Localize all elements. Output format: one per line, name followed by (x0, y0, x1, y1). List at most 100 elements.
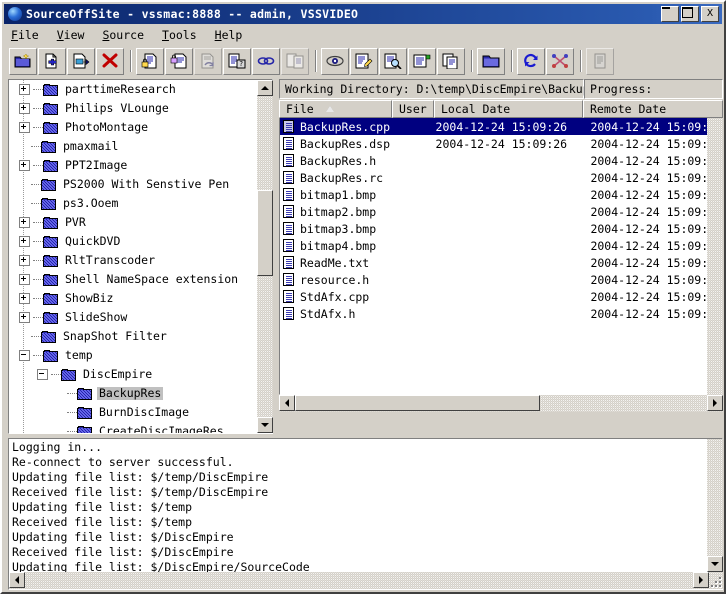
log-scroll-left-button[interactable] (9, 572, 25, 588)
tree-item[interactable]: parttimeResearch (9, 80, 257, 99)
tree-item[interactable]: Shell NameSpace extension (9, 270, 257, 289)
table-row[interactable]: bitmap3.bmp 2004-12-24 15:09:00 (280, 220, 722, 237)
tree-item[interactable]: CreateDiscImageRes (9, 422, 257, 433)
tree-item[interactable]: ps3.Ooem (9, 194, 257, 213)
expand-icon[interactable] (19, 293, 30, 304)
expand-icon[interactable] (19, 312, 30, 323)
column-header-file[interactable]: File (279, 100, 392, 118)
file-list-scroll-left-button[interactable] (279, 395, 295, 411)
file-name-cell: bitmap3.bmp (300, 221, 377, 236)
column-header-local-date[interactable]: Local Date (434, 100, 583, 118)
log-scroll-down-button[interactable] (707, 556, 723, 572)
menu-item-help[interactable]: Help (215, 28, 243, 42)
tree-item[interactable]: SnapShot Filter (9, 327, 257, 346)
tree-item[interactable]: PS2000 With Senstive Pen (9, 175, 257, 194)
expand-icon[interactable] (19, 122, 30, 133)
tree-item[interactable]: BurnDiscImage (9, 403, 257, 422)
copy-icon[interactable] (437, 47, 465, 75)
file-list-body[interactable]: BackupRes.cpp 2004-12-24 15:09:26 2004-12-… (279, 118, 723, 395)
table-row[interactable]: bitmap2.bmp 2004-12-24 15:09:00 (280, 203, 722, 220)
merge-icon[interactable] (546, 47, 574, 75)
add-file-icon[interactable] (38, 47, 66, 75)
close-button[interactable]: X (701, 6, 719, 22)
tree-item[interactable]: ShowBiz (9, 289, 257, 308)
tree-scroll-down-button[interactable] (257, 417, 273, 433)
show-differences-icon[interactable]: ? (223, 47, 251, 75)
refresh-icon[interactable] (517, 47, 545, 75)
file-name-cell: BackupRes.rc (300, 170, 384, 185)
column-header-user[interactable]: User (392, 100, 434, 118)
tree-scroll-up-button[interactable] (257, 80, 273, 96)
tree-item[interactable]: BackupRes (9, 384, 257, 403)
search-file-icon[interactable] (379, 47, 407, 75)
collapse-icon[interactable] (37, 369, 48, 380)
table-row[interactable]: BackupRes.dsp 2004-12-24 15:09:26 2004-12-… (280, 135, 722, 152)
menu-item-tools[interactable]: Tools (162, 28, 197, 42)
table-row[interactable]: StdAfx.cpp 2004-12-24 15:09:00 (280, 288, 722, 305)
properties-icon[interactable] (408, 47, 436, 75)
view-file-icon[interactable] (321, 47, 349, 75)
maximize-button[interactable] (681, 6, 699, 22)
undo-check-out-icon[interactable] (194, 47, 222, 75)
get-latest-version-icon[interactable] (67, 47, 95, 75)
table-row[interactable]: BackupRes.rc 2004-12-24 15:09:00 (280, 169, 722, 186)
minimize-button[interactable] (661, 6, 679, 22)
tree-item[interactable]: temp (9, 346, 257, 365)
collapse-icon[interactable] (19, 350, 30, 361)
tree-item[interactable]: Philips VLounge (9, 99, 257, 118)
log-horizontal-scrollbar[interactable] (9, 572, 723, 589)
edit-file-icon[interactable] (350, 47, 378, 75)
tree-connector (33, 127, 43, 128)
expand-icon[interactable] (19, 236, 30, 247)
menu-item-file[interactable]: FFileile (11, 28, 39, 42)
tree-scrollbar-thumb[interactable] (257, 190, 273, 276)
title-bar: SourceOffSite - vssmac:8888 -- admin, VS… (4, 4, 722, 24)
table-row[interactable]: bitmap4.bmp 2004-12-24 15:09:00 (280, 237, 722, 254)
expand-icon[interactable] (19, 160, 30, 171)
file-list-horizontal-scrollbar[interactable] (279, 395, 723, 412)
check-out-icon[interactable] (136, 47, 164, 75)
table-row[interactable]: BackupRes.h 2004-12-24 15:09:00 (280, 152, 722, 169)
log-scroll-right-button[interactable] (693, 572, 709, 588)
folder-icon (43, 235, 59, 248)
tree-item[interactable]: PVR (9, 213, 257, 232)
folder-tree-panel[interactable]: parttimeResearch Philips VLounge PhotoMont… (8, 79, 273, 434)
expand-icon[interactable] (19, 255, 30, 266)
table-row[interactable]: bitmap1.bmp 2004-12-24 15:09:00 (280, 186, 722, 203)
table-row[interactable]: resource.h 2004-12-24 15:09:00 (280, 271, 722, 288)
file-list-scroll-right-button[interactable] (707, 395, 723, 411)
log-panel[interactable]: Logging in... Re-connect to server succes… (8, 438, 723, 590)
log-vertical-scrollbar[interactable] (707, 439, 723, 572)
expand-icon[interactable] (19, 103, 30, 114)
file-list-hscrollbar-thumb[interactable] (295, 395, 540, 411)
resize-grip[interactable] (709, 575, 721, 587)
expand-icon[interactable] (19, 84, 30, 95)
column-header-remote-date[interactable]: Remote Date (583, 100, 723, 118)
new-folder-icon[interactable] (9, 47, 37, 75)
tree-vertical-scrollbar[interactable] (257, 80, 273, 433)
table-row[interactable]: StdAfx.h 2004-12-24 15:09:00 (280, 305, 722, 322)
history-icon[interactable] (281, 47, 309, 75)
file-name-cell: resource.h (300, 272, 370, 287)
menu-item-view[interactable]: View (57, 28, 85, 42)
menu-item-source[interactable]: Source (102, 28, 144, 42)
tree-item[interactable]: PhotoMontage (9, 118, 257, 137)
expand-icon[interactable] (19, 217, 30, 228)
table-row[interactable]: ReadMe.txt 2004-12-24 15:09:00 (280, 254, 722, 271)
table-row[interactable]: BackupRes.cpp 2004-12-24 15:09:26 2004-12-… (280, 118, 722, 135)
expand-icon[interactable] (19, 274, 30, 285)
tree-item[interactable]: PPT2Image (9, 156, 257, 175)
log-line: Received file list: $/temp/DiscEmpire (12, 485, 269, 499)
delete-icon[interactable] (96, 47, 124, 75)
tree-item[interactable]: SlideShow (9, 308, 257, 327)
folder-icon (41, 140, 57, 153)
tree-item[interactable]: pmaxmail (9, 137, 257, 156)
report-icon[interactable] (586, 47, 614, 75)
file-list-vertical-scrollbar[interactable] (707, 118, 723, 395)
share-link-icon[interactable] (252, 47, 280, 75)
tree-item[interactable]: DiscEmpire (9, 365, 257, 384)
tree-item[interactable]: QuickDVD (9, 232, 257, 251)
set-working-folder-icon[interactable] (477, 47, 505, 75)
tree-item[interactable]: RltTranscoder (9, 251, 257, 270)
check-in-icon[interactable] (165, 47, 193, 75)
